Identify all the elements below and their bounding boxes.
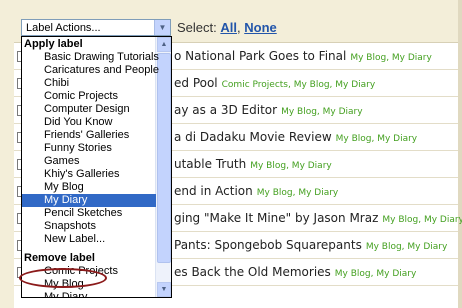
message-labels[interactable]: My Blog, My Diary — [382, 215, 462, 225]
message-subject[interactable]: ed Pool Comic Projects, My Blog, My Diary — [174, 76, 375, 90]
dropdown-item-apply[interactable]: Friends' Galleries — [22, 129, 156, 142]
subject-text: end in Action — [174, 184, 253, 198]
message-subject[interactable]: ging "Make It Mine" by Jason Mraz My Blog… — [174, 211, 462, 225]
subject-text: es Back the Old Memories — [174, 265, 331, 279]
dropdown-item-apply[interactable]: Games — [22, 155, 156, 168]
subject-text: ed Pool — [174, 76, 218, 90]
message-labels[interactable]: Comic Projects, My Blog, My Diary — [222, 80, 376, 90]
dropdown-group-apply-label: Apply label — [24, 38, 83, 50]
select-label: Select: — [177, 20, 217, 35]
message-subject[interactable]: end in Action My Blog, My Diary — [174, 184, 338, 198]
dropdown-item-apply[interactable]: Pencil Sketches — [22, 207, 156, 220]
dropdown-item-apply[interactable]: New Label... — [22, 233, 156, 246]
dropdown-item-apply[interactable]: Comic Projects — [22, 90, 156, 103]
dropdown-item-apply[interactable]: Snapshots — [22, 220, 156, 233]
message-labels[interactable]: My Blog, My Diary — [281, 107, 363, 117]
dropdown-item-apply[interactable]: Chibi — [22, 77, 156, 90]
label-actions-dropdown: ▲ ▼ Apply label Basic Drawing Tutorials Ca… — [21, 36, 172, 298]
page-frame-top — [0, 0, 462, 14]
scroll-thumb[interactable] — [157, 53, 171, 263]
message-subject[interactable]: Pants: Spongebob Squarepants My Blog, My … — [174, 238, 447, 252]
dropdown-item-apply[interactable]: My Blog — [22, 181, 156, 194]
message-labels[interactable]: My Blog, My Diary — [257, 188, 339, 198]
dropdown-item-apply[interactable]: Basic Drawing Tutorials — [22, 51, 159, 64]
message-labels[interactable]: My Blog, My Diary — [336, 134, 418, 144]
select-none-link[interactable]: None — [244, 20, 277, 35]
label-actions-value: Label Actions... — [26, 22, 101, 34]
message-subject[interactable]: o National Park Goes to Final My Blog, My… — [174, 49, 432, 63]
select-links: Select: All, None — [177, 20, 277, 35]
dropdown-item-apply[interactable]: Computer Design — [22, 103, 156, 116]
scroll-up-icon[interactable]: ▲ — [157, 37, 171, 52]
message-labels[interactable]: My Blog, My Diary — [335, 269, 417, 279]
dropdown-item-remove[interactable]: My Diary — [22, 291, 156, 297]
subject-text: a di Dadaku Movie Review — [174, 130, 332, 144]
subject-text: o National Park Goes to Final — [174, 49, 347, 63]
message-labels[interactable]: My Blog, My Diary — [366, 242, 448, 252]
dropdown-item-remove[interactable]: Comic Projects — [22, 265, 156, 278]
subject-text: ging "Make It Mine" by Jason Mraz — [174, 211, 379, 225]
dropdown-item-apply[interactable]: My Diary — [22, 194, 156, 207]
dropdown-group-remove-label: Remove label — [24, 252, 95, 264]
scroll-down-icon[interactable]: ▼ — [157, 282, 171, 297]
dropdown-item-apply[interactable]: Did You Know — [22, 116, 156, 129]
dropdown-item-apply[interactable]: Caricatures and People — [22, 64, 159, 77]
subject-text: Pants: Spongebob Squarepants — [174, 238, 362, 252]
message-labels[interactable]: My Blog, My Diary — [350, 53, 432, 63]
dropdown-item-apply[interactable]: Funny Stories — [22, 142, 156, 155]
dropdown-item-apply[interactable]: Khiy's Galleries — [22, 168, 156, 181]
label-actions-select[interactable]: Label Actions... ▼ — [21, 19, 171, 36]
message-subject[interactable]: ay as a 3D Editor My Blog, My Diary — [174, 103, 363, 117]
message-labels[interactable]: My Blog, My Diary — [250, 161, 332, 171]
subject-text: utable Truth — [174, 157, 247, 171]
message-subject[interactable]: utable Truth My Blog, My Diary — [174, 157, 332, 171]
chevron-down-icon[interactable]: ▼ — [154, 20, 170, 35]
message-subject[interactable]: es Back the Old Memories My Blog, My Diar… — [174, 265, 416, 279]
select-all-link[interactable]: All — [220, 20, 237, 35]
page-frame-right — [458, 0, 462, 308]
dropdown-item-remove[interactable]: My Blog — [22, 278, 156, 291]
page-frame-left — [0, 0, 14, 308]
message-subject[interactable]: a di Dadaku Movie Review My Blog, My Diar… — [174, 130, 417, 144]
subject-text: ay as a 3D Editor — [174, 103, 278, 117]
